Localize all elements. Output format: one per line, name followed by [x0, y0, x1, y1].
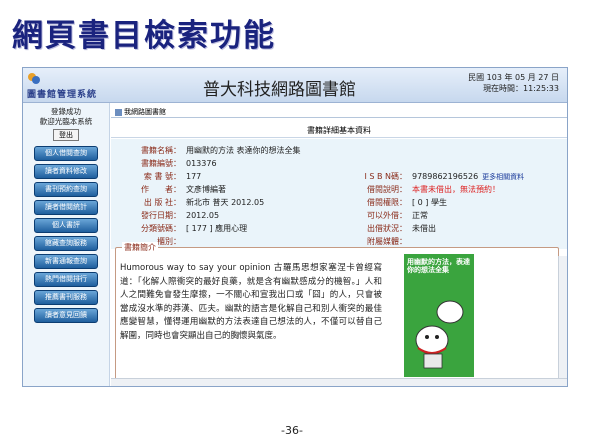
breadcrumb-text[interactable]: 我網路圖書館: [124, 108, 166, 116]
book-cover-image: 用幽默的方法，表達你的想法全集: [404, 254, 474, 377]
library-name: 普大科技網路圖書館: [203, 80, 356, 100]
field-value: [ 0 ] 學生: [412, 198, 447, 207]
welcome-text: 歡迎光臨本系統: [39, 117, 93, 126]
field-label: 索 書 號：: [143, 172, 181, 181]
book-detail-panel: 書籍名稱： 用幽默的方法 表達你的想法全集 書籍編號： 013376 索 書 號： 1…: [111, 139, 567, 249]
field-value: 013376: [186, 159, 217, 168]
field-value: 177: [186, 172, 202, 181]
field-label: I S B N碼：: [364, 172, 407, 181]
time-text: 現在時間：11:25:33: [483, 84, 559, 93]
cover-title: 用幽默的方法，表達你的想法全集: [407, 258, 470, 274]
field-value: 2012.05: [186, 211, 220, 220]
sidebar: 登錄成功 歡迎光臨本系統 登出 個人借閱查詢 讀者資料修改 書刊預約查詢 讀者借…: [23, 103, 110, 386]
breadcrumb-icon: [115, 108, 122, 116]
date-text: 民國 103 年 05 月 27 日: [468, 73, 559, 82]
field-label: 借閱權限：: [367, 198, 407, 207]
sidebar-item-reserve-query[interactable]: 書刊預約查詢: [34, 182, 98, 197]
field-book-id: 書籍編號： 013376: [111, 158, 217, 170]
vertical-scrollbar[interactable]: [558, 256, 567, 386]
sidebar-item-recommend[interactable]: 推薦書刊服務: [34, 290, 98, 305]
breadcrumb: 我網路圖書館: [111, 107, 567, 118]
sidebar-item-borrow-stats[interactable]: 讀者借閱統計: [34, 200, 98, 215]
field-publisher: 出 版 社： 新北市 普天 2012.05: [111, 197, 264, 209]
field-classification: 分類號碼： [ 177 ] 應用心理: [111, 223, 247, 235]
slide-title: 網頁書目檢索功能: [12, 18, 276, 54]
field-label: 作 者：: [141, 185, 181, 194]
field-label: 分類號碼：: [141, 224, 181, 233]
field-value: 新北市 普天 2012.05: [186, 198, 265, 207]
header-bar: 圖書館管理系統 普大科技網路圖書館 民國 103 年 05 月 27 日 現在時…: [23, 68, 567, 103]
summary-title: 書籍簡介: [122, 242, 158, 253]
field-label: 借閱說明：: [367, 185, 407, 194]
field-value: [ 177 ] 應用心理: [186, 224, 248, 233]
field-label: 出借狀況：: [367, 224, 407, 233]
sidebar-item-collection-search[interactable]: 館藏查詢服務: [34, 236, 98, 251]
field-label: 發行日期：: [141, 211, 181, 220]
field-value: 正常: [412, 211, 428, 220]
cover-illustration-icon: [415, 300, 464, 369]
field-title: 書籍名稱： 用幽默的方法 表達你的想法全集: [111, 145, 301, 157]
field-label: 書籍編號：: [141, 159, 181, 168]
field-value: 用幽默的方法 表達你的想法全集: [186, 146, 301, 155]
field-value: 文彥博編著: [186, 185, 226, 194]
field-value: 9789862196526: [412, 172, 479, 181]
date-time: 民國 103 年 05 月 27 日 現在時間：11:25:33: [468, 72, 559, 94]
field-call-number: 索 書 號： 177: [111, 171, 201, 183]
app-window: 圖書館管理系統 普大科技網路圖書館 民國 103 年 05 月 27 日 現在時…: [22, 67, 568, 387]
field-value: 本書未借出，無法預約！: [412, 185, 500, 194]
sidebar-item-book-review[interactable]: 個人書評: [34, 218, 98, 233]
field-label: 書籍名稱：: [141, 146, 181, 155]
library-logo-icon: [28, 73, 40, 84]
field-loan-status: 出借狀況： 未借出: [341, 223, 436, 235]
summary-text: Humorous way to say your opinion 古羅馬思想家塞…: [120, 263, 382, 341]
sidebar-item-reader-edit[interactable]: 讀者資料修改: [34, 164, 98, 179]
logout-button[interactable]: 登出: [53, 129, 79, 141]
panel-title: 書籍詳細基本資料: [111, 125, 567, 138]
main-content: 我網路圖書館 書籍詳細基本資料 書籍名稱： 用幽默的方法 表達你的想法全集 書籍編…: [111, 103, 567, 386]
field-author: 作 者： 文彥博編著: [111, 184, 226, 196]
sidebar-item-popular-ranking[interactable]: 熱門借閱排行: [34, 272, 98, 287]
login-status: 登錄成功: [51, 107, 81, 116]
field-label: 可以外借：: [367, 211, 407, 220]
sidebar-item-borrow-query[interactable]: 個人借閱查詢: [34, 146, 98, 161]
page-number: -36-: [281, 424, 303, 437]
system-name: 圖書館管理系統: [27, 90, 98, 100]
field-publish-date: 發行日期： 2012.05: [111, 210, 219, 222]
field-borrow-note: 借閱說明： 本書未借出，無法預約！: [341, 184, 500, 196]
field-label: 出 版 社：: [143, 198, 181, 207]
sidebar-item-new-books[interactable]: 新書通報查詢: [34, 254, 98, 269]
horizontal-scrollbar[interactable]: [111, 378, 567, 386]
field-isbn: I S B N碼： 9789862196526 更多相關資料: [341, 171, 524, 183]
more-info-link[interactable]: 更多相關資料: [482, 173, 524, 181]
sidebar-item-feedback[interactable]: 讀者意見回饋: [34, 308, 98, 323]
field-lendable: 可以外借： 正常: [341, 210, 428, 222]
field-value: 未借出: [412, 224, 436, 233]
field-borrow-permission: 借閱權限： [ 0 ] 學生: [341, 197, 447, 209]
summary-box: 書籍簡介 Humorous way to say your opinion 古羅…: [115, 242, 559, 383]
